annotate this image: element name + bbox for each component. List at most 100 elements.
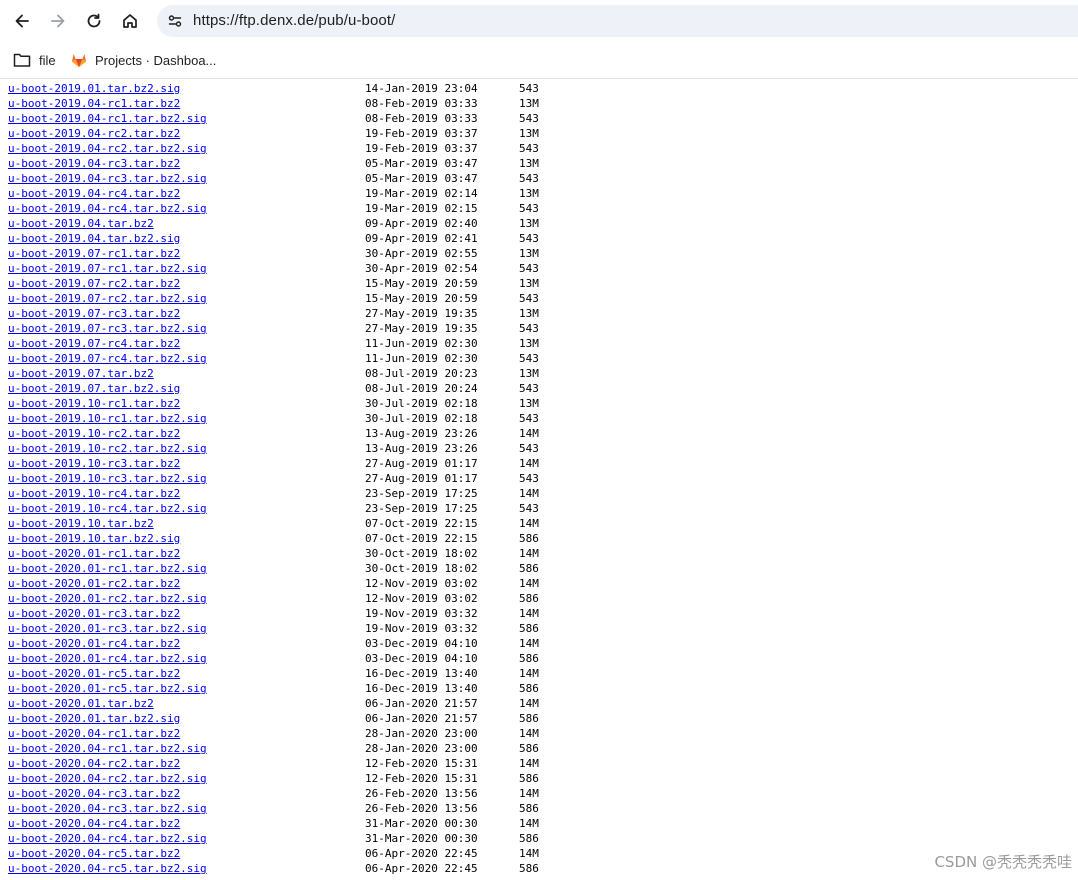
file-date: 27-May-2019 19:35 xyxy=(365,322,478,335)
file-link[interactable]: u-boot-2020.01.tar.bz2 xyxy=(8,696,154,711)
file-link[interactable]: u-boot-2019.04-rc3.tar.bz2.sig xyxy=(8,171,207,186)
file-size: 586 xyxy=(519,772,539,785)
bookmark-projects-dashboard[interactable]: Projects · Dashboa... xyxy=(71,50,216,70)
bookmark-label: Projects · Dashboa... xyxy=(95,52,217,68)
file-link[interactable]: u-boot-2019.04-rc1.tar.bz2 xyxy=(8,96,180,111)
file-link[interactable]: u-boot-2019.04.tar.bz2 xyxy=(8,216,154,231)
file-size: 586 xyxy=(519,712,539,725)
file-link[interactable]: u-boot-2019.04-rc2.tar.bz2 xyxy=(8,126,180,141)
file-row: u-boot-2019.07.tar.bz2.sig 08-Jul-2019 20… xyxy=(0,381,1078,396)
file-link[interactable]: u-boot-2020.01-rc2.tar.bz2 xyxy=(8,576,180,591)
file-link[interactable]: u-boot-2020.01-rc5.tar.bz2 xyxy=(8,666,180,681)
file-row: u-boot-2020.04-rc2.tar.bz2.sig 12-Feb-202… xyxy=(0,771,1078,786)
file-link[interactable]: u-boot-2020.04-rc2.tar.bz2.sig xyxy=(8,771,207,786)
file-link[interactable]: u-boot-2019.07.tar.bz2 xyxy=(8,366,154,381)
file-link[interactable]: u-boot-2020.04-rc1.tar.bz2.sig xyxy=(8,741,207,756)
file-link[interactable]: u-boot-2019.07-rc3.tar.bz2.sig xyxy=(8,321,207,336)
file-row: u-boot-2020.04-rc3.tar.bz2 26-Feb-2020 13… xyxy=(0,786,1078,801)
file-row: u-boot-2020.04-rc5.tar.bz2 06-Apr-2020 22… xyxy=(0,846,1078,861)
file-row: u-boot-2019.04.tar.bz2 09-Apr-2019 02:40 1… xyxy=(0,216,1078,231)
file-size: 13M xyxy=(519,367,539,380)
bookmark-file[interactable]: file xyxy=(13,50,56,70)
file-size: 14M xyxy=(519,427,539,440)
file-link[interactable]: u-boot-2020.01-rc4.tar.bz2 xyxy=(8,636,180,651)
file-row: u-boot-2019.04-rc1.tar.bz2 08-Feb-2019 03… xyxy=(0,96,1078,111)
file-size: 543 xyxy=(519,352,539,365)
file-listing: u-boot-2019.01.tar.bz2.sig 14-Jan-2019 23… xyxy=(0,79,1078,880)
file-date: 30-Apr-2019 02:54 xyxy=(365,262,478,275)
home-button[interactable] xyxy=(116,7,144,35)
file-size: 543 xyxy=(519,292,539,305)
file-link[interactable]: u-boot-2019.07-rc1.tar.bz2 xyxy=(8,246,180,261)
file-link[interactable]: u-boot-2019.07-rc1.tar.bz2.sig xyxy=(8,261,207,276)
file-link[interactable]: u-boot-2019.07-rc4.tar.bz2 xyxy=(8,336,180,351)
file-link[interactable]: u-boot-2020.04-rc3.tar.bz2 xyxy=(8,786,180,801)
file-link[interactable]: u-boot-2019.07-rc3.tar.bz2 xyxy=(8,306,180,321)
file-size: 13M xyxy=(519,127,539,140)
file-link[interactable]: u-boot-2019.10-rc3.tar.bz2 xyxy=(8,456,180,471)
file-link[interactable]: u-boot-2020.04-rc2.tar.bz2 xyxy=(8,756,180,771)
file-size: 543 xyxy=(519,142,539,155)
file-link[interactable]: u-boot-2019.04-rc4.tar.bz2 xyxy=(8,186,180,201)
file-link[interactable]: u-boot-2019.01.tar.bz2.sig xyxy=(8,81,180,96)
file-link[interactable]: u-boot-2019.04-rc4.tar.bz2.sig xyxy=(8,201,207,216)
file-link[interactable]: u-boot-2020.01-rc5.tar.bz2.sig xyxy=(8,681,207,696)
file-link[interactable]: u-boot-2020.01.tar.bz2.sig xyxy=(8,711,180,726)
file-link[interactable]: u-boot-2019.04-rc2.tar.bz2.sig xyxy=(8,141,207,156)
file-date: 16-Dec-2019 13:40 xyxy=(365,682,478,695)
file-link[interactable]: u-boot-2019.10-rc4.tar.bz2 xyxy=(8,486,180,501)
file-link[interactable]: u-boot-2019.04.tar.bz2.sig xyxy=(8,231,180,246)
file-row: u-boot-2019.07-rc2.tar.bz2.sig 15-May-201… xyxy=(0,291,1078,306)
file-link[interactable]: u-boot-2020.01-rc1.tar.bz2.sig xyxy=(8,561,207,576)
file-link[interactable]: u-boot-2020.01-rc3.tar.bz2.sig xyxy=(8,621,207,636)
file-link[interactable]: u-boot-2019.10-rc1.tar.bz2 xyxy=(8,396,180,411)
file-link[interactable]: u-boot-2020.01-rc1.tar.bz2 xyxy=(8,546,180,561)
file-size: 13M xyxy=(519,157,539,170)
file-link[interactable]: u-boot-2019.10-rc4.tar.bz2.sig xyxy=(8,501,207,516)
file-link[interactable]: u-boot-2019.04-rc3.tar.bz2 xyxy=(8,156,180,171)
file-date: 07-Oct-2019 22:15 xyxy=(365,517,478,530)
file-size: 13M xyxy=(519,97,539,110)
back-button[interactable] xyxy=(8,7,36,35)
file-link[interactable]: u-boot-2019.07-rc2.tar.bz2.sig xyxy=(8,291,207,306)
file-row: u-boot-2019.04.tar.bz2.sig 09-Apr-2019 02… xyxy=(0,231,1078,246)
file-link[interactable]: u-boot-2019.07.tar.bz2.sig xyxy=(8,381,180,396)
file-link[interactable]: u-boot-2019.10-rc3.tar.bz2.sig xyxy=(8,471,207,486)
file-link[interactable]: u-boot-2020.01-rc3.tar.bz2 xyxy=(8,606,180,621)
address-bar[interactable]: https://ftp.denx.de/pub/u-boot/ xyxy=(157,5,1078,37)
file-link[interactable]: u-boot-2020.04-rc1.tar.bz2 xyxy=(8,726,180,741)
file-link[interactable]: u-boot-2019.10-rc2.tar.bz2 xyxy=(8,426,180,441)
file-date: 28-Jan-2020 23:00 xyxy=(365,727,478,740)
file-link[interactable]: u-boot-2020.04-rc5.tar.bz2.sig xyxy=(8,861,207,876)
file-link[interactable]: u-boot-2019.10-rc2.tar.bz2.sig xyxy=(8,441,207,456)
forward-button[interactable] xyxy=(44,7,72,35)
file-link[interactable]: u-boot-2020.01-rc4.tar.bz2.sig xyxy=(8,651,207,666)
file-size: 543 xyxy=(519,112,539,125)
file-size: 586 xyxy=(519,562,539,575)
site-info-icon[interactable] xyxy=(163,9,187,33)
file-link[interactable]: u-boot-2019.07-rc2.tar.bz2 xyxy=(8,276,180,291)
file-date: 12-Feb-2020 15:31 xyxy=(365,757,478,770)
file-link[interactable]: u-boot-2019.07-rc4.tar.bz2.sig xyxy=(8,351,207,366)
url-text[interactable]: https://ftp.denx.de/pub/u-boot/ xyxy=(193,12,395,29)
watermark-text: CSDN @秃秃秃秃哇 xyxy=(934,853,1072,871)
file-link[interactable]: u-boot-2019.04-rc1.tar.bz2.sig xyxy=(8,111,207,126)
file-row: u-boot-2019.10-rc4.tar.bz2.sig 23-Sep-201… xyxy=(0,501,1078,516)
file-link[interactable]: u-boot-2019.10-rc1.tar.bz2.sig xyxy=(8,411,207,426)
file-link[interactable]: u-boot-2020.04-rc5.tar.bz2 xyxy=(8,846,180,861)
file-row: u-boot-2020.04-rc1.tar.bz2.sig 28-Jan-202… xyxy=(0,741,1078,756)
file-row: u-boot-2020.01-rc5.tar.bz2.sig 16-Dec-201… xyxy=(0,681,1078,696)
file-date: 26-Feb-2020 13:56 xyxy=(365,802,478,815)
file-size: 543 xyxy=(519,382,539,395)
file-size: 543 xyxy=(519,502,539,515)
file-link[interactable]: u-boot-2020.01-rc2.tar.bz2.sig xyxy=(8,591,207,606)
file-row: u-boot-2019.04-rc3.tar.bz2.sig 05-Mar-201… xyxy=(0,171,1078,186)
file-link[interactable]: u-boot-2019.10.tar.bz2 xyxy=(8,516,154,531)
file-link[interactable]: u-boot-2019.10.tar.bz2.sig xyxy=(8,531,180,546)
file-link[interactable]: u-boot-2020.04-rc3.tar.bz2.sig xyxy=(8,801,207,816)
file-link[interactable]: u-boot-2020.04-rc4.tar.bz2 xyxy=(8,816,180,831)
file-size: 543 xyxy=(519,172,539,185)
file-link[interactable]: u-boot-2020.04-rc4.tar.bz2.sig xyxy=(8,831,207,846)
reload-button[interactable] xyxy=(80,7,108,35)
file-row: u-boot-2020.04-rc2.tar.bz2 12-Feb-2020 15… xyxy=(0,756,1078,771)
